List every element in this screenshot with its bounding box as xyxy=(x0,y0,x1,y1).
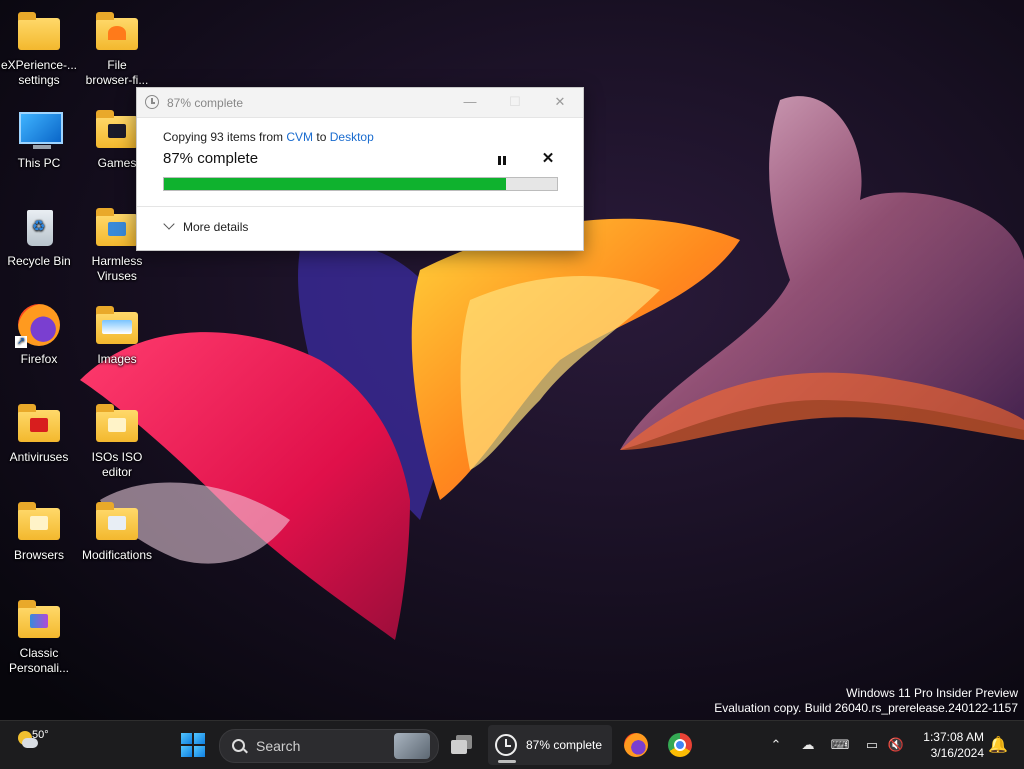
desktop-icon-images[interactable]: Images xyxy=(78,304,156,367)
watermark-line-1: Windows 11 Pro Insider Preview xyxy=(846,686,1018,700)
recycle-bin-icon xyxy=(15,206,63,250)
firefox-icon: ↗ xyxy=(15,304,63,348)
windows-logo-tile xyxy=(194,733,205,744)
close-icon: ✕ xyxy=(554,94,566,109)
cancel-button[interactable]: ✕ xyxy=(539,150,557,168)
clock-date: 3/16/2024 xyxy=(930,746,984,760)
desktop-icon-recycle-bin[interactable]: Recycle Bin xyxy=(0,206,78,269)
minimize-icon: — xyxy=(463,94,477,109)
folder-icon xyxy=(93,402,141,446)
watermark-line-2: Evaluation copy. Build 26040.rs_prerelea… xyxy=(714,701,1018,715)
taskbar-clock[interactable]: 1:37:08 AM 3/16/2024 xyxy=(914,729,984,761)
network-icon: ▭ xyxy=(865,737,879,752)
pause-button[interactable] xyxy=(493,153,511,169)
chrome-taskbar-icon[interactable] xyxy=(668,733,692,757)
dialog-titlebar[interactable]: 87% complete — ☐ ✕ xyxy=(137,88,583,118)
cloud-off-icon: ☁ xyxy=(801,737,815,752)
show-hidden-icons-button[interactable]: ⌃ xyxy=(766,735,786,755)
folder-icon xyxy=(93,500,141,544)
maximize-button[interactable]: ☐ xyxy=(504,92,526,112)
monitor-icon xyxy=(15,108,63,152)
desktop-icon-label: Modifications xyxy=(81,548,153,562)
keyboard-tray-icon[interactable]: ⌨ xyxy=(830,735,850,755)
taskbar-copy-label: 87% complete xyxy=(526,738,603,752)
desktop-icon-firefox[interactable]: ↗ Firefox xyxy=(0,304,78,367)
copy-summary: Copying 93 items from CVM to Desktop xyxy=(163,130,374,144)
desktop-icon-label: Recycle Bin xyxy=(7,254,71,268)
progress-bar xyxy=(163,177,558,191)
folder-icon xyxy=(93,304,141,348)
desktop-icon-classic-personalization[interactable]: Classic Personali... xyxy=(0,598,78,676)
desktop-icon-modifications[interactable]: Modifications xyxy=(78,500,156,563)
desktop-icon-this-pc[interactable]: This PC xyxy=(0,108,78,171)
source-link[interactable]: CVM xyxy=(286,130,313,144)
cancel-icon: ✕ xyxy=(541,150,555,167)
copy-summary-prefix: Copying 93 items from xyxy=(163,130,287,144)
desktop-icon-label: eXPerience-... settings xyxy=(0,58,78,87)
speaker-muted-icon: 🔇 xyxy=(887,737,905,752)
desktop-icon-label: ISOs ISO editor xyxy=(91,450,143,479)
progress-bar-fill xyxy=(164,178,506,190)
folder-icon xyxy=(93,108,141,152)
more-details-toggle[interactable]: More details xyxy=(163,218,249,234)
evaluation-watermark: Windows 11 Pro Insider Preview Evaluatio… xyxy=(714,686,1018,716)
folder-icon xyxy=(15,402,63,446)
dialog-divider xyxy=(137,206,583,207)
desktop-icon-label: Harmless Viruses xyxy=(91,254,143,283)
destination-link[interactable]: Desktop xyxy=(330,130,374,144)
desktop-icon-label: This PC xyxy=(17,156,61,170)
windows-logo-icon xyxy=(181,733,192,744)
desktop-icon-label: Firefox xyxy=(20,352,58,366)
windows-logo-tile xyxy=(194,746,205,757)
volume-tray-icon[interactable]: 🔇 xyxy=(886,735,906,755)
start-button[interactable] xyxy=(181,733,205,757)
active-indicator xyxy=(498,760,516,763)
taskbar: 50° Search 87% complete ⌃ ☁ ⌨ ▭ 🔇 1:37:0… xyxy=(0,720,1024,769)
folder-icon xyxy=(15,500,63,544)
minimize-button[interactable]: — xyxy=(459,92,481,112)
percent-complete-text: 87% complete xyxy=(163,150,259,167)
desktop-icon-isos-iso-editor[interactable]: ISOs ISO editor xyxy=(78,402,156,480)
keyboard-icon: ⌨ xyxy=(830,737,850,752)
dialog-title: 87% complete xyxy=(167,96,244,110)
desktop-icon-label: File browser-fi... xyxy=(85,58,149,87)
close-button[interactable]: ✕ xyxy=(549,92,571,112)
partly-cloudy-icon xyxy=(18,731,38,748)
desktop-icon-label: Browsers xyxy=(13,548,64,562)
folder-icon xyxy=(93,206,141,250)
shortcut-arrow-icon: ↗ xyxy=(15,336,27,348)
folder-icon xyxy=(93,10,141,54)
search-icon xyxy=(232,739,245,752)
desktop-icon-file-browser[interactable]: File browser-fi... xyxy=(78,10,156,88)
desktop-icon-antiviruses[interactable]: Antiviruses xyxy=(0,402,78,465)
windows-logo-tile xyxy=(181,746,192,757)
task-view-button[interactable] xyxy=(451,733,475,757)
desktop-icon-label: Antiviruses xyxy=(9,450,69,464)
maximize-icon: ☐ xyxy=(509,94,521,109)
clock-time: 1:37:08 AM xyxy=(923,730,984,744)
clock-icon xyxy=(145,95,159,109)
network-tray-icon[interactable]: ▭ xyxy=(862,735,882,755)
weather-temperature: 50° xyxy=(32,729,49,741)
taskbar-copy-progress[interactable]: 87% complete xyxy=(488,725,612,765)
desktop-icon-experience-settings[interactable]: eXPerience-... settings xyxy=(0,10,78,88)
notification-bell-icon[interactable]: 🔔 xyxy=(988,735,1008,754)
copy-progress-dialog: 87% complete — ☐ ✕ Copying 93 items from… xyxy=(136,87,584,251)
onedrive-tray-icon[interactable]: ☁ xyxy=(798,735,818,755)
taskbar-search[interactable]: Search xyxy=(219,729,439,763)
firefox-taskbar-icon[interactable] xyxy=(624,733,648,757)
folder-icon xyxy=(15,598,63,642)
search-highlight-image xyxy=(394,733,430,759)
clock-icon xyxy=(495,734,517,756)
desktop-icon-browsers[interactable]: Browsers xyxy=(0,500,78,563)
more-details-label: More details xyxy=(183,220,249,234)
desktop-icon-label: Images xyxy=(97,352,137,366)
chevron-up-icon: ⌃ xyxy=(770,737,782,752)
chevron-down-icon xyxy=(163,218,175,230)
desktop-icon-label: Classic Personali... xyxy=(8,646,70,675)
folder-icon xyxy=(15,10,63,54)
weather-widget[interactable]: 50° xyxy=(18,727,58,763)
copy-summary-to: to xyxy=(313,130,330,144)
search-placeholder: Search xyxy=(256,738,301,754)
